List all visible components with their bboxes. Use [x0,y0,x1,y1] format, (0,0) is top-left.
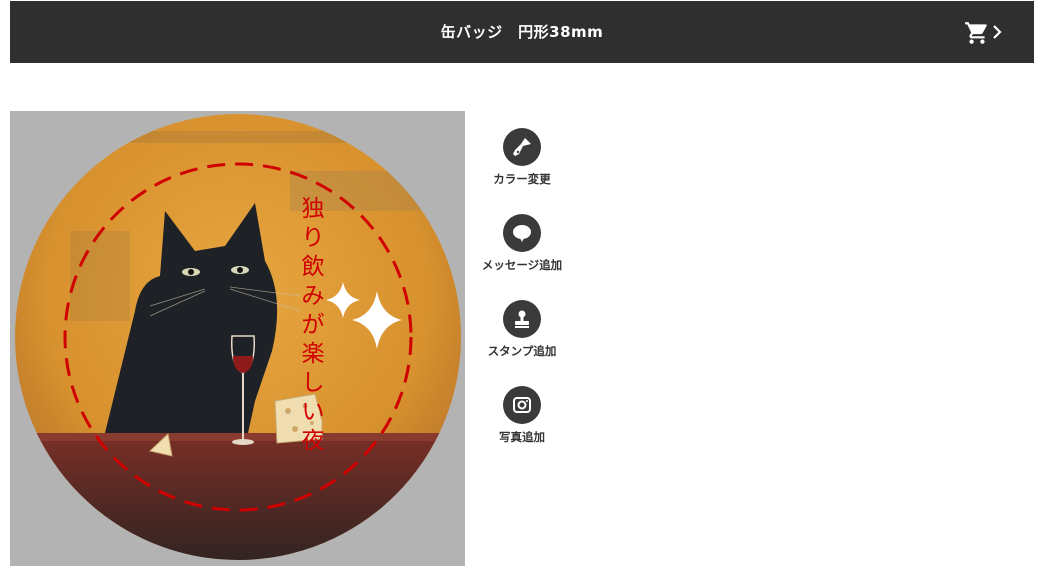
badge-message-char: し [301,370,325,396]
tool-label: メッセージ追加 [481,258,563,272]
badge-message-char: 飲 [301,254,325,280]
badge-preview [15,114,461,560]
add-stamp-button[interactable]: スタンプ追加 [476,300,568,359]
page-title: 缶バッジ 円形38mm [440,23,604,41]
header-bar: 缶バッジ 円形38mm [10,1,1034,63]
tool-label: 写真追加 [499,430,545,444]
badge-message-char: 夜 [301,428,325,454]
badge-message-char: 楽 [301,341,325,367]
add-message-button[interactable]: メッセージ追加 [476,214,568,273]
chevron-right-icon[interactable] [992,24,1002,40]
cart-icon[interactable] [964,20,990,46]
camera-icon [513,397,531,413]
paint-brush-icon [513,138,531,156]
badge-message-char: 独 [301,196,325,222]
badge-message-char: み [301,283,325,309]
badge-message[interactable]: 独 り 飲 み が 楽 し い 夜 [298,195,328,456]
badge-message-char: い [301,399,325,425]
add-photo-button[interactable]: 写真追加 [476,386,568,445]
stamp-icon [515,310,529,328]
badge-message-char: り [301,225,325,251]
badge-message-char: が [301,312,325,338]
speech-bubble-icon [513,225,531,242]
badge-artwork [15,114,461,560]
tool-label: カラー変更 [493,172,551,186]
tool-label: スタンプ追加 [487,344,557,358]
badge-canvas[interactable]: 独 り 飲 み が 楽 し い 夜 [10,111,465,566]
color-change-button[interactable]: カラー変更 [476,128,568,187]
